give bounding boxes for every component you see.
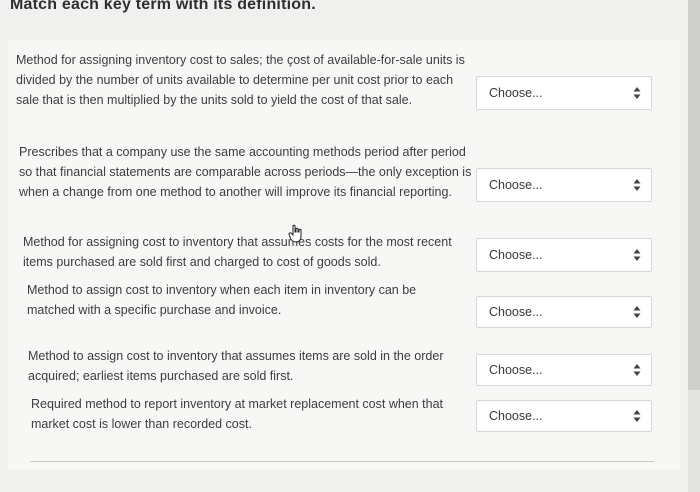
term-select-5-value: Choose...: [489, 363, 543, 377]
term-select-6-value: Choose...: [489, 409, 543, 423]
definition-text-5: Method to assign cost to inventory that …: [28, 349, 444, 383]
updown-icon: [633, 410, 641, 422]
definition-text-2: Prescribes that a company use the same a…: [19, 145, 472, 199]
definition-text-4: Method to assign cost to inventory when …: [27, 283, 417, 317]
updown-icon: [633, 179, 641, 191]
term-select-5[interactable]: Choose...: [476, 354, 652, 386]
scrollbar-thumb[interactable]: [688, 0, 700, 390]
term-select-1-value: Choose...: [489, 86, 543, 100]
term-select-2-value: Choose...: [489, 178, 543, 192]
definition-text-1: Method for assigning inventory cost to s…: [16, 53, 465, 107]
updown-icon: [633, 306, 641, 318]
definition-text-3: Method for assigning cost to inventory t…: [23, 235, 452, 269]
page-title: Match each key term with its definition.: [10, 0, 316, 13]
vertical-scrollbar[interactable]: [688, 0, 700, 492]
term-select-4[interactable]: Choose...: [476, 296, 652, 328]
term-select-2[interactable]: Choose...: [476, 168, 652, 202]
term-select-3-value: Choose...: [489, 248, 543, 262]
updown-icon: [633, 249, 641, 261]
term-select-4-value: Choose...: [489, 305, 543, 319]
updown-icon: [633, 364, 641, 376]
term-select-6[interactable]: Choose...: [476, 400, 652, 432]
term-select-3[interactable]: Choose...: [476, 238, 652, 272]
updown-icon: [633, 87, 641, 99]
term-select-1[interactable]: Choose...: [476, 76, 652, 110]
hand-cursor-icon: [288, 224, 302, 243]
bottom-divider: [30, 461, 654, 462]
matching-question-panel: Method for assigning inventory cost to s…: [8, 40, 680, 470]
definition-text-6: Required method to report inventory at m…: [31, 397, 444, 431]
